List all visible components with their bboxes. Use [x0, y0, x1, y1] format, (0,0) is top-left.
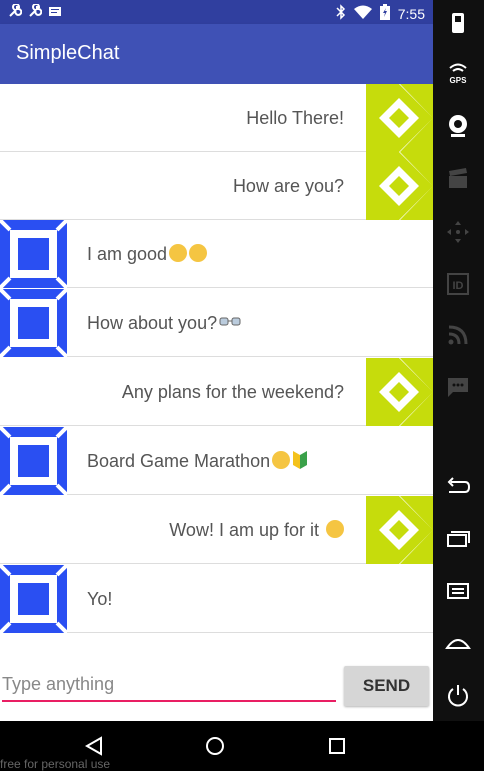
clock: 7:55 [397, 5, 425, 22]
user-avatar-right [366, 496, 433, 564]
beginner-badge-icon [293, 451, 308, 470]
user-avatar-left [0, 289, 67, 357]
battery-icon [379, 4, 390, 23]
svg-text:GPS: GPS [450, 76, 468, 85]
message-input-wrapper [2, 668, 336, 704]
recents-icon[interactable] [445, 526, 471, 552]
message-row[interactable]: Yo! [0, 565, 433, 633]
id-icon[interactable]: ID [445, 271, 471, 297]
message-row[interactable]: Wow! I am up for it [0, 496, 433, 564]
wifi-icon [353, 5, 372, 22]
app-screen: 7:55 SimpleChat Hello There! How are you… [0, 0, 433, 721]
back-icon[interactable] [445, 473, 471, 499]
app-bar: SimpleChat [0, 24, 433, 84]
message-text: I am good [87, 220, 208, 288]
send-button[interactable]: SEND [344, 666, 429, 706]
user-avatar-left [0, 565, 67, 633]
gps-icon[interactable]: GPS [445, 60, 471, 86]
message-text: How about you? [87, 289, 241, 357]
svg-text:ID: ID [453, 280, 464, 292]
message-text: Hello There! [246, 108, 344, 128]
user-avatar-left [0, 220, 67, 288]
clapper-icon[interactable] [445, 166, 471, 192]
bluetooth-icon [336, 4, 346, 23]
webcam-icon[interactable] [445, 113, 471, 139]
message-text: Board Game Marathon [87, 427, 308, 495]
smile-emoji-icon [326, 520, 344, 539]
smile-emoji-icon [169, 244, 188, 263]
message-icon [48, 4, 62, 21]
message-text: Wow! I am up for it [169, 496, 344, 564]
message-row[interactable]: I am good [0, 220, 433, 288]
nav-recents-icon[interactable] [326, 735, 348, 757]
dpad-icon[interactable] [445, 219, 471, 245]
watermark-text: free for personal use [0, 757, 111, 771]
user-avatar-right [366, 152, 433, 220]
message-row[interactable]: How are you? [0, 152, 433, 220]
home-icon[interactable] [445, 630, 471, 656]
system-nav-bar: free for personal use [0, 721, 484, 771]
message-list[interactable]: Hello There! How are you? I am good How … [0, 84, 433, 634]
message-input[interactable] [2, 668, 336, 702]
glasses-emoji-icon [219, 317, 241, 326]
message-row[interactable]: Board Game Marathon [0, 427, 433, 495]
user-avatar-right [366, 84, 433, 152]
wrench-icon [8, 3, 23, 21]
user-avatar-right [366, 358, 433, 426]
message-text: Yo! [87, 589, 113, 609]
nav-back-icon[interactable] [83, 735, 105, 757]
message-row[interactable]: Any plans for the weekend? [0, 358, 433, 426]
emulator-side-panel: GPS ID [433, 0, 484, 771]
wrench-icon [28, 3, 43, 21]
nav-home-icon[interactable] [204, 735, 226, 757]
user-avatar-left [0, 427, 67, 495]
message-text: How are you? [232, 176, 344, 196]
sms-icon[interactable] [445, 374, 471, 400]
menu-icon[interactable] [445, 579, 471, 605]
message-row[interactable]: How about you? [0, 289, 433, 357]
power-icon[interactable] [445, 682, 471, 708]
app-title: SimpleChat [16, 42, 120, 64]
rss-icon[interactable] [445, 322, 471, 348]
smile-emoji-icon [189, 244, 208, 263]
battery-side-icon[interactable] [445, 10, 471, 36]
grin-emoji-icon [272, 451, 291, 470]
message-text: Any plans for the weekend? [121, 382, 344, 402]
message-row[interactable]: Hello There! [0, 84, 433, 152]
status-bar: 7:55 [0, 0, 433, 24]
